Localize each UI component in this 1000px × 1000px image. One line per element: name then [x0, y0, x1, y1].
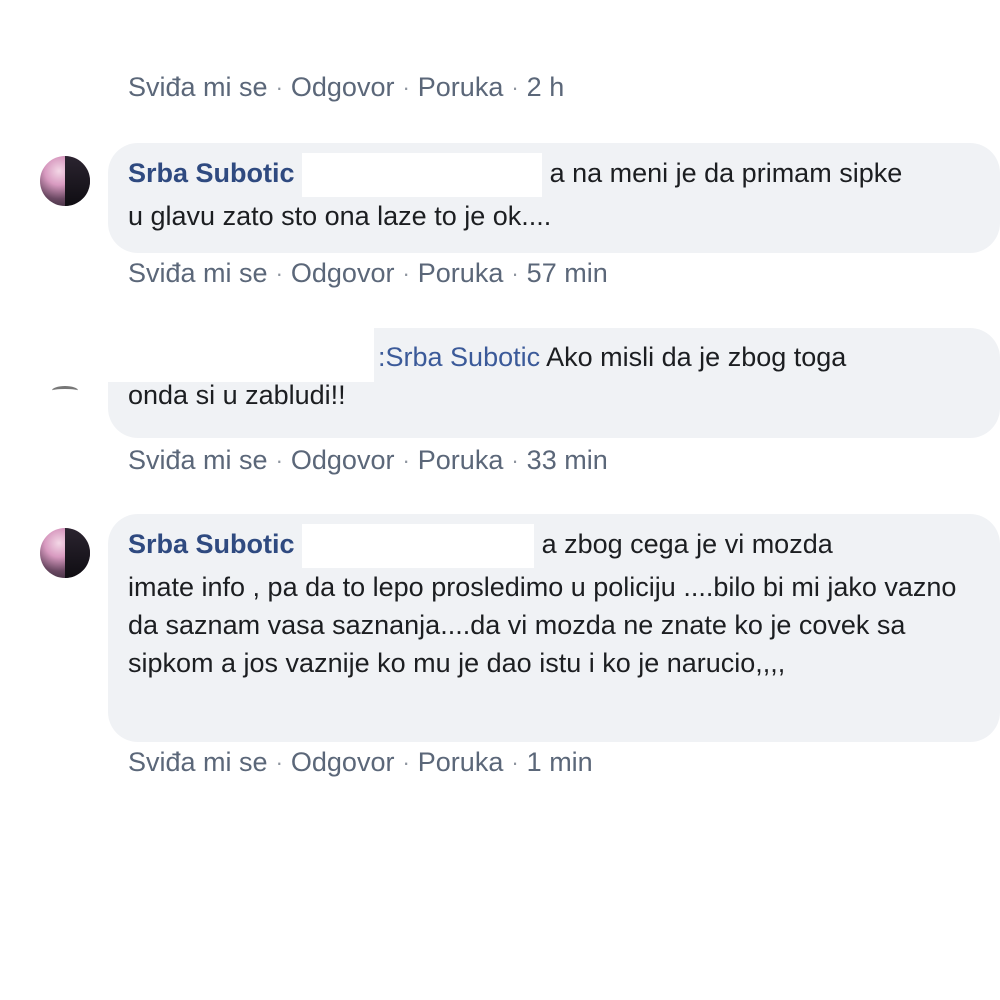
timestamp[interactable]: 57 min: [527, 258, 608, 289]
like-link[interactable]: Sviđa mi se: [128, 72, 268, 103]
reply-link[interactable]: Odgovor: [291, 258, 395, 289]
timestamp[interactable]: 2 h: [527, 72, 565, 103]
separator: ·: [402, 447, 410, 473]
redacted-area: [302, 524, 535, 568]
comment-author[interactable]: Srba Subotic: [128, 529, 295, 559]
timestamp[interactable]: 33 min: [527, 445, 608, 476]
comment-text: a zbog cega je vi mozda: [541, 529, 833, 560]
like-link[interactable]: Sviđa mi se: [128, 258, 268, 289]
comment-text: a na meni je da primam sipke: [549, 158, 903, 189]
comment-author[interactable]: Srba Subotic: [128, 158, 295, 188]
separator: ·: [275, 74, 283, 100]
comment-actions: Sviđa mi se · Odgovor · Poruka · 1 min: [128, 747, 593, 778]
like-link[interactable]: Sviđa mi se: [128, 445, 268, 476]
separator: ·: [275, 260, 283, 286]
mention-prefix: :: [378, 342, 386, 372]
separator: ·: [511, 749, 519, 775]
avatar[interactable]: [40, 528, 90, 578]
timestamp[interactable]: 1 min: [527, 747, 593, 778]
separator: ·: [402, 749, 410, 775]
redacted-area: [302, 153, 543, 197]
separator: ·: [402, 260, 410, 286]
separator: ·: [511, 260, 519, 286]
separator: ·: [275, 749, 283, 775]
avatar[interactable]: [40, 156, 90, 206]
comment-actions: Sviđa mi se · Odgovor · Poruka · 2 h: [128, 72, 564, 103]
separator: ·: [511, 447, 519, 473]
avatar[interactable]: [52, 386, 78, 395]
comment-actions: Sviđa mi se · Odgovor · Poruka · 33 min: [128, 445, 608, 476]
like-link[interactable]: Sviđa mi se: [128, 747, 268, 778]
comment-text: imate info , pa da to lepo prosledimo u …: [128, 572, 957, 678]
comment-text: u glavu zato sto ona laze to je ok....: [128, 201, 552, 231]
message-link[interactable]: Poruka: [418, 445, 504, 476]
reply-link[interactable]: Odgovor: [291, 747, 395, 778]
separator: ·: [275, 447, 283, 473]
message-link[interactable]: Poruka: [418, 72, 504, 103]
comment-bubble: Srba Subotic a na meni je da primam sipk…: [108, 143, 1000, 253]
comment-text: Ako misli da je zbog toga: [546, 342, 847, 372]
reply-link[interactable]: Odgovor: [291, 445, 395, 476]
separator: ·: [511, 74, 519, 100]
comment-actions: Sviđa mi se · Odgovor · Poruka · 57 min: [128, 258, 608, 289]
message-link[interactable]: Poruka: [418, 747, 504, 778]
separator: ·: [402, 74, 410, 100]
reply-link[interactable]: Odgovor: [291, 72, 395, 103]
comment-bubble: Srba Subotic a zbog cega je vi mozda ima…: [108, 514, 1000, 742]
redacted-area: [100, 322, 374, 382]
mention-link[interactable]: Srba Subotic: [386, 342, 541, 372]
message-link[interactable]: Poruka: [418, 258, 504, 289]
comment-thread: Sviđa mi se · Odgovor · Poruka · 2 h Srb…: [0, 0, 1000, 1000]
